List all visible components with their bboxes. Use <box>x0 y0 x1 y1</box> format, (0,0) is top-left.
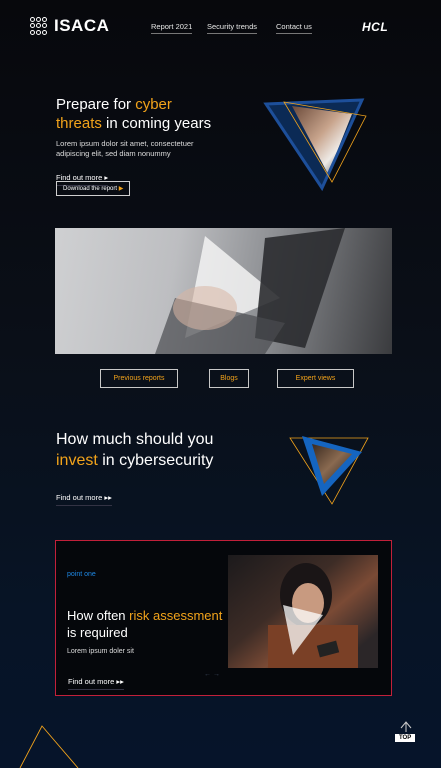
hero-triangle-graphic <box>263 98 367 192</box>
arrow-right-icon: ▸▸ <box>116 677 124 686</box>
back-to-top-button[interactable]: TOP <box>395 734 416 742</box>
invest-title: How much should you invest in cybersecur… <box>56 431 214 469</box>
isaca-logo[interactable]: ISACA <box>30 16 109 36</box>
nav-contact-us[interactable]: Contact us <box>276 22 312 34</box>
invest-triangle-graphic <box>289 436 369 505</box>
arrow-up-icon <box>400 721 412 732</box>
hcl-logo[interactable]: HCL <box>362 20 388 34</box>
arrow-right-icon: ▸▸ <box>104 493 112 502</box>
card-body: Lorem ipsum doler sit <box>67 648 134 655</box>
hero-photo <box>55 228 392 354</box>
nav-security-trends[interactable]: Security trends <box>207 22 258 34</box>
hero-section: Prepare for cyber threats in coming year… <box>56 95 256 186</box>
nav-report-2021[interactable]: Report 2021 <box>151 22 193 34</box>
hero-body: Lorem ipsum dolor sit amet, consectetuer… <box>56 139 194 158</box>
footer-triangle-graphic <box>19 725 79 768</box>
tab-blogs[interactable]: Blogs <box>209 369 249 388</box>
card-eyebrow: point one <box>67 571 96 578</box>
card-title: How often risk assessment is required <box>67 608 223 640</box>
card-pager-arrows[interactable]: ← → <box>204 671 220 678</box>
download-report-button[interactable]: Download the report ▶ <box>56 181 131 196</box>
card-find-out-more[interactable]: Find out more ▸▸ <box>68 677 124 690</box>
hero-title: Prepare for cyber threats in coming year… <box>56 96 212 132</box>
tab-previous-reports[interactable]: Previous reports <box>100 369 178 388</box>
isaca-logo-icon <box>30 17 48 35</box>
play-arrow-icon: ▶ <box>118 186 124 192</box>
card-photo <box>228 555 378 668</box>
card-title-block: How often risk assessment is required Lo… <box>67 607 227 657</box>
tab-expert-views[interactable]: Expert views <box>277 369 354 388</box>
invest-find-out-more[interactable]: Find out more ▸▸ <box>56 493 112 506</box>
invest-section: How much should you invest in cybersecur… <box>56 429 276 506</box>
logo-text: ISACA <box>54 16 110 35</box>
